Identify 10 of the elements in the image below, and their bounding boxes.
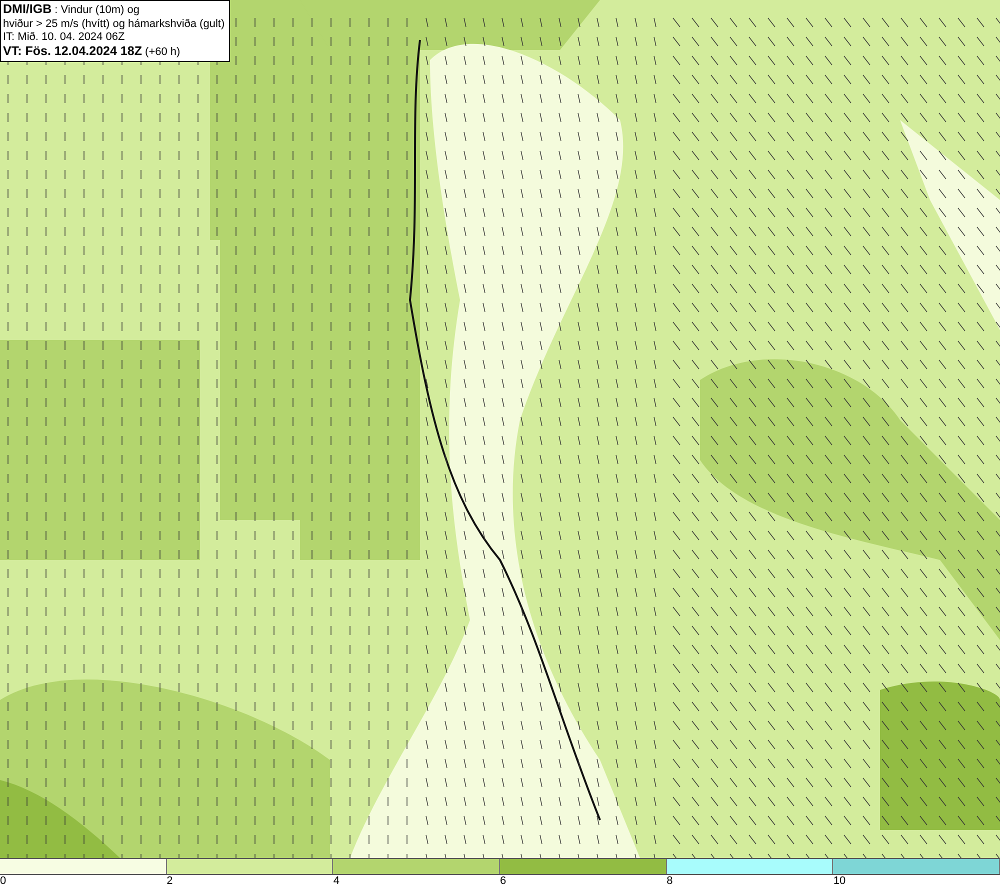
- scale-label: 4: [333, 875, 340, 887]
- scale-label: 2: [166, 875, 173, 887]
- info-text: VT: Fös. 12.04.2024 18Z (+60 h): [3, 44, 182, 59]
- info-text: DMI/IGB : Vindur (10m) og: [3, 3, 140, 18]
- scale-label: 10: [833, 875, 846, 887]
- scale-label: 0: [0, 875, 6, 887]
- scale-label: 6: [500, 875, 506, 887]
- info-text: IT: Mið. 10. 04. 2024 06Z: [3, 31, 126, 44]
- scale-label: 8: [666, 875, 673, 887]
- info-text: hviður > 25 m/s (hvítt) og hámarkshviða (gult): [3, 18, 225, 31]
